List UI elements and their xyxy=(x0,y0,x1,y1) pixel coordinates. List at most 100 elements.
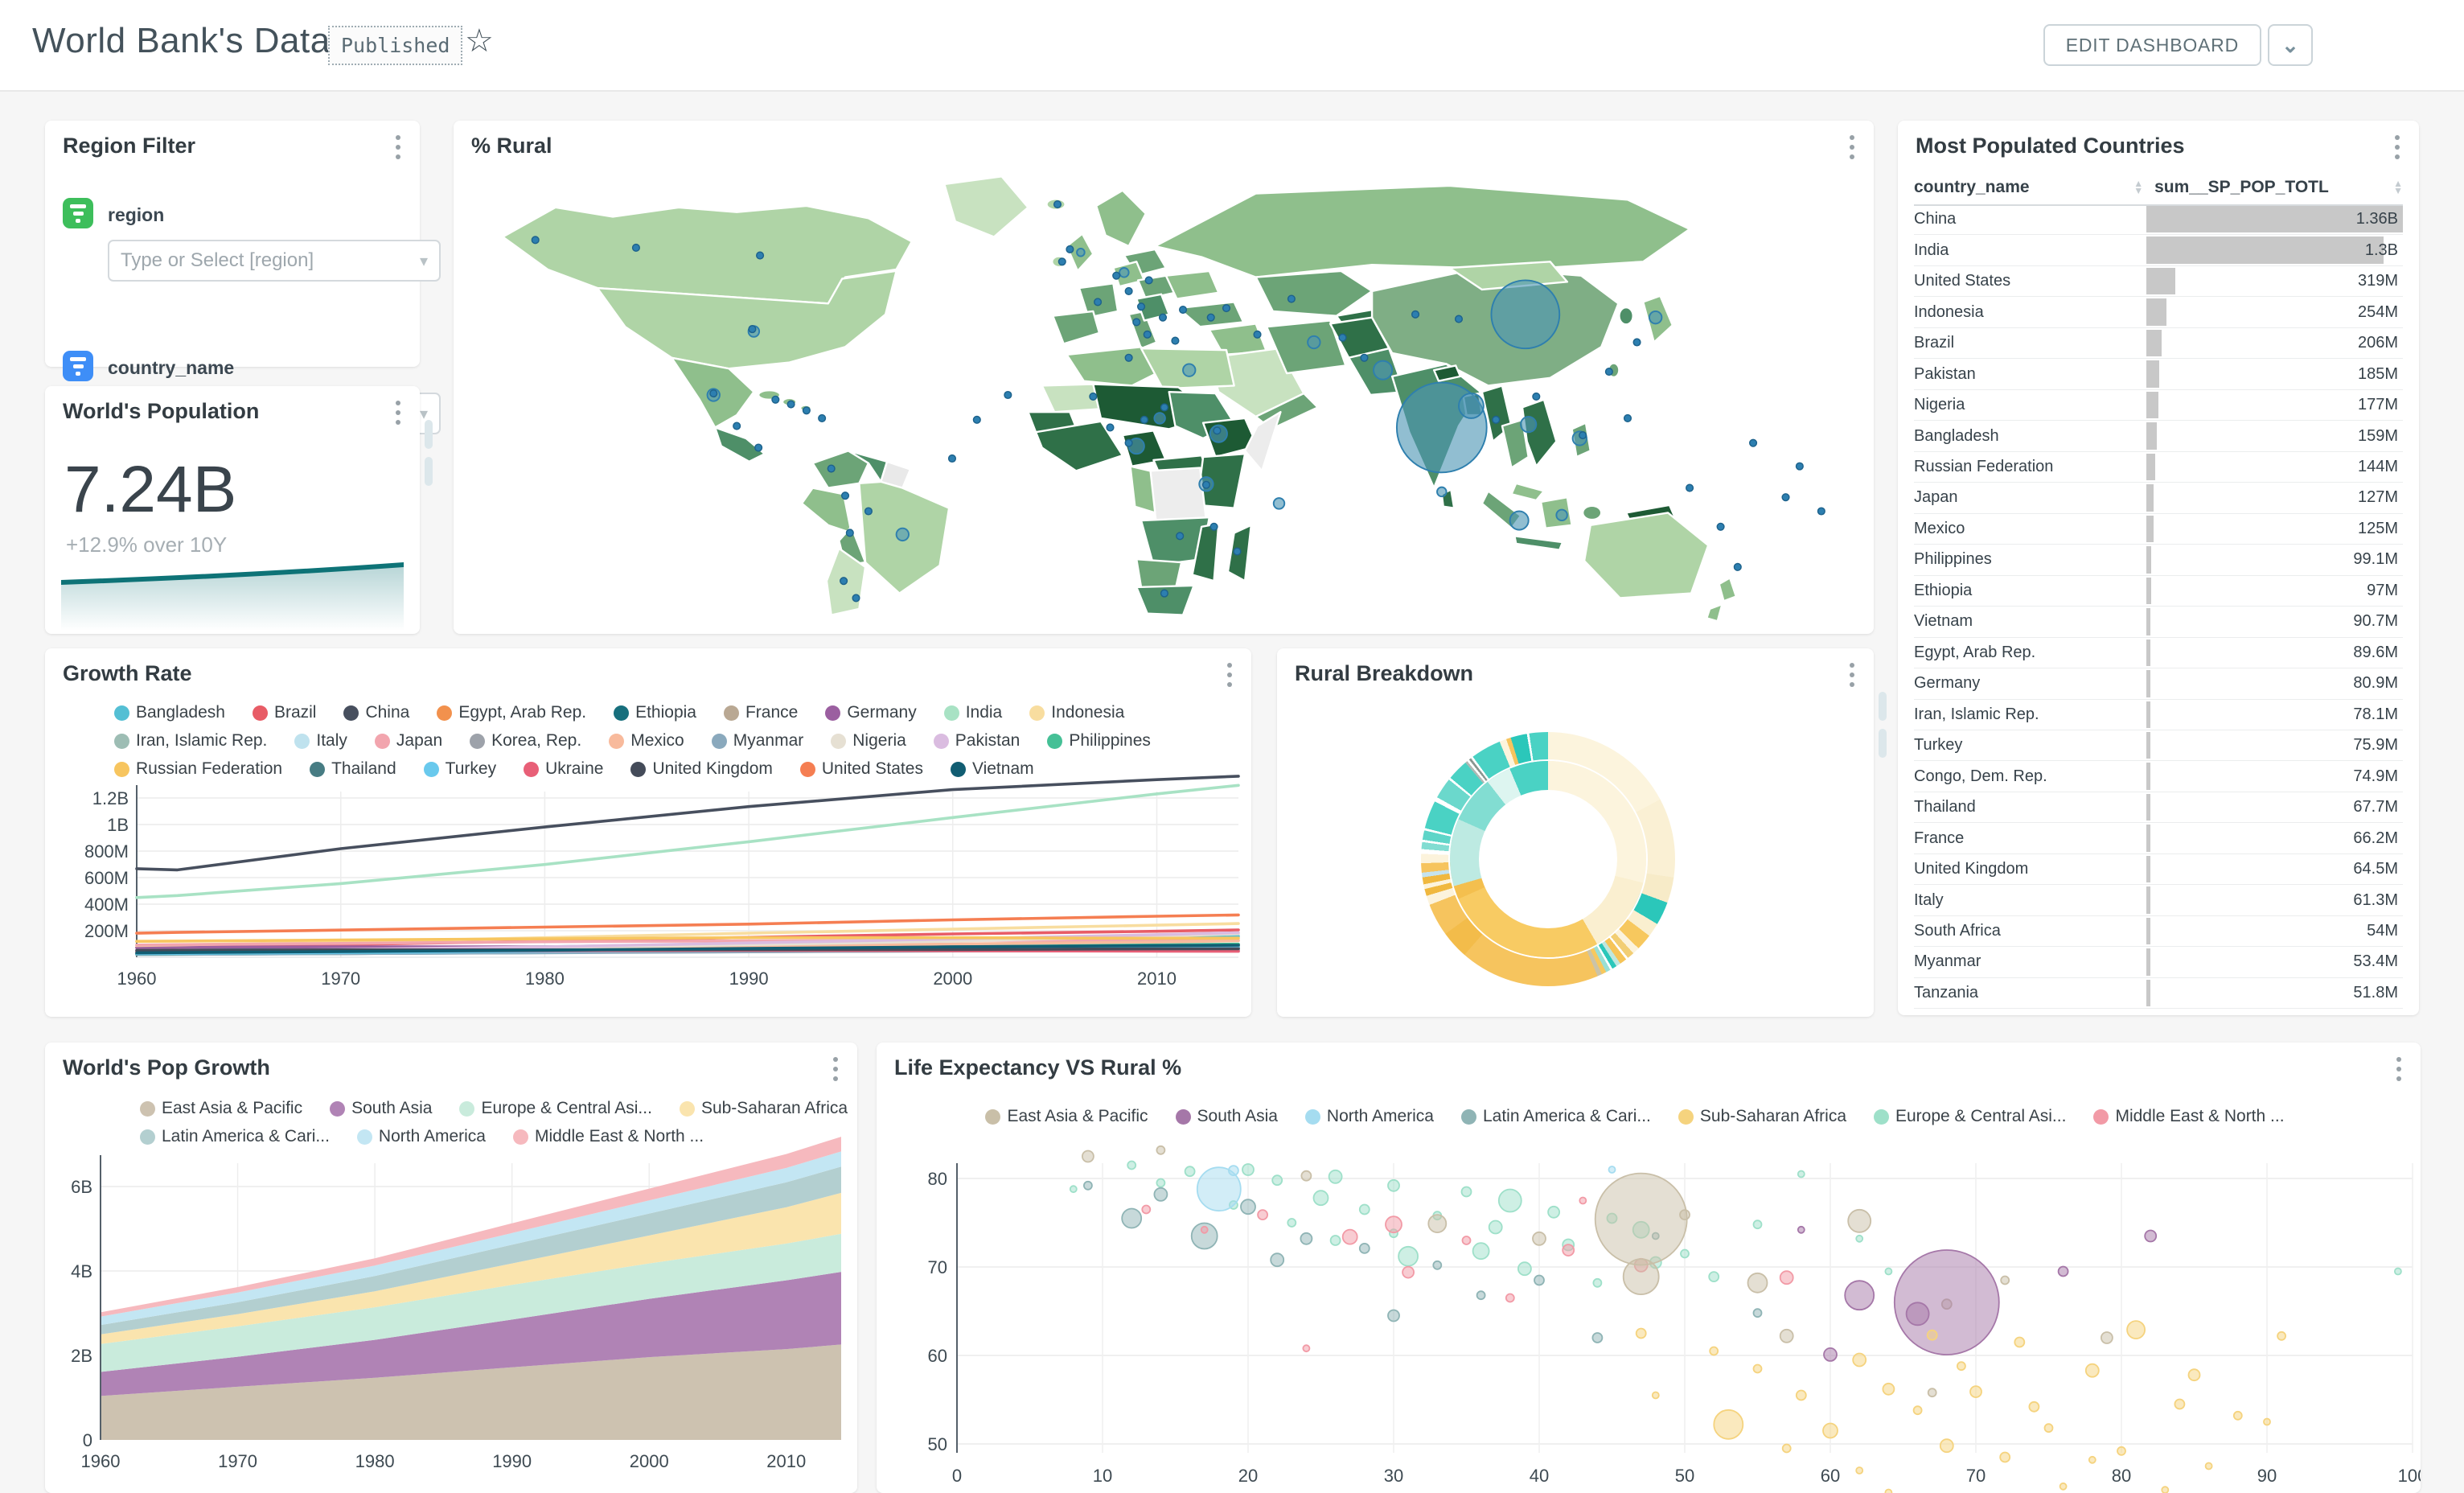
card-title: Rural Breakdown xyxy=(1295,661,1473,686)
scrollbar-handle[interactable] xyxy=(1879,692,1887,758)
life-expectancy-card: Life Expectancy VS Rural % East Asia & P… xyxy=(877,1043,2421,1493)
table-row: Egypt, Arab Rep.89.6M xyxy=(1914,638,2403,668)
population-big-number: 7.24B xyxy=(64,452,236,528)
svg-text:20: 20 xyxy=(1238,1466,1258,1486)
table-row: China1.36B xyxy=(1914,204,2403,235)
svg-text:2000: 2000 xyxy=(630,1451,669,1471)
table-row: Germany80.9M xyxy=(1914,668,2403,699)
published-badge[interactable]: Published xyxy=(328,26,462,65)
kebab-menu-icon[interactable] xyxy=(391,401,405,425)
table-row: Pakistan185M xyxy=(1914,359,2403,389)
svg-text:1.2B: 1.2B xyxy=(92,788,129,808)
dashboard-title: World Bank's Data xyxy=(32,21,331,61)
svg-text:60: 60 xyxy=(928,1346,947,1366)
card-title: World's Population xyxy=(63,399,259,424)
svg-text:1970: 1970 xyxy=(321,969,360,989)
kebab-menu-icon[interactable] xyxy=(1845,135,1859,159)
svg-text:70: 70 xyxy=(928,1257,947,1277)
card-title: % Rural xyxy=(471,134,552,158)
svg-text:0: 0 xyxy=(83,1430,92,1450)
svg-text:400M: 400M xyxy=(84,895,129,915)
table-row: Bangladesh159M xyxy=(1914,421,2403,451)
table-row: Tanzania51.8M xyxy=(1914,978,2403,1009)
table-row: Thailand67.7M xyxy=(1914,792,2403,823)
svg-text:70: 70 xyxy=(1966,1466,1986,1486)
card-title: Most Populated Countries xyxy=(1916,134,2185,158)
svg-text:2010: 2010 xyxy=(1137,969,1177,989)
svg-text:6B: 6B xyxy=(71,1177,92,1197)
scatter-bubble-chart: 506070800102030405060708090100 xyxy=(877,1043,2421,1493)
table-header: country_name▲▼ sum__SP_POP_TOTL▲▼ xyxy=(1914,171,2403,206)
svg-text:50: 50 xyxy=(928,1434,947,1454)
table-row: Congo, Dem. Rep.74.9M xyxy=(1914,761,2403,792)
table-row: Vietnam90.7M xyxy=(1914,607,2403,637)
table-row: Iran, Islamic Rep.78.1M xyxy=(1914,700,2403,730)
kebab-menu-icon[interactable] xyxy=(2390,135,2404,159)
svg-text:2B: 2B xyxy=(71,1346,92,1366)
kebab-menu-icon[interactable] xyxy=(1845,663,1859,687)
sort-icon: ▲▼ xyxy=(2393,180,2403,195)
table-row: Ethiopia97M xyxy=(1914,576,2403,607)
filter-icon xyxy=(63,198,93,228)
table-row: Russian Federation144M xyxy=(1914,452,2403,483)
svg-text:30: 30 xyxy=(1384,1466,1403,1486)
table-row: Indonesia254M xyxy=(1914,297,2403,327)
region-select[interactable]: Type or Select [region]▾ xyxy=(108,240,441,282)
card-title: Region Filter xyxy=(63,134,195,158)
table-row: Nigeria177M xyxy=(1914,390,2403,421)
pop-growth-area-chart: 0 2B 4B 6B 1960 1970 1980 1990 2000 2010 xyxy=(45,1043,857,1493)
svg-text:800M: 800M xyxy=(84,841,129,862)
svg-text:1990: 1990 xyxy=(492,1451,532,1471)
svg-text:60: 60 xyxy=(1821,1466,1840,1486)
table-row: Myanmar53.4M xyxy=(1914,947,2403,977)
svg-text:1960: 1960 xyxy=(81,1451,121,1471)
svg-text:2000: 2000 xyxy=(933,969,972,989)
growth-line-chart: 200M 400M 600M 800M 1B 1.2B 1960 1970 1980 1990 20… xyxy=(45,648,1251,1017)
table-body: China1.36BIndia1.3BUnited States319MIndo… xyxy=(1914,204,2403,1009)
table-row: United Kingdom64.5M xyxy=(1914,854,2403,885)
world-population-card: World's Population 7.24B +12.9% over 10Y xyxy=(45,386,420,634)
svg-text:90: 90 xyxy=(2257,1466,2277,1486)
svg-text:1980: 1980 xyxy=(525,969,565,989)
table-row: Japan127M xyxy=(1914,483,2403,513)
svg-text:1960: 1960 xyxy=(117,969,157,989)
svg-text:1980: 1980 xyxy=(355,1451,395,1471)
table-row: United States319M xyxy=(1914,266,2403,297)
pop-growth-card: World's Pop Growth East Asia & PacificSo… xyxy=(45,1043,857,1493)
rural-map-card: % Rural xyxy=(454,121,1874,634)
population-sparkline xyxy=(61,550,404,631)
svg-text:1970: 1970 xyxy=(218,1451,257,1471)
column-header-population[interactable]: sum__SP_POP_TOTL▲▼ xyxy=(2154,178,2403,197)
svg-text:80: 80 xyxy=(2112,1466,2131,1486)
most-populated-countries-card: Most Populated Countries country_name▲▼ … xyxy=(1898,121,2419,1015)
svg-text:80: 80 xyxy=(928,1169,947,1189)
svg-text:2010: 2010 xyxy=(766,1451,806,1471)
table-row: Italy61.3M xyxy=(1914,885,2403,915)
svg-text:10: 10 xyxy=(1093,1466,1112,1486)
filter-icon xyxy=(63,351,93,381)
svg-text:200M: 200M xyxy=(84,921,129,941)
svg-text:1990: 1990 xyxy=(729,969,769,989)
svg-text:600M: 600M xyxy=(84,868,129,888)
table-row: India1.3B xyxy=(1914,235,2403,265)
column-header-country[interactable]: country_name▲▼ xyxy=(1914,178,2154,197)
dashboard-actions-caret[interactable]: ⌄ xyxy=(2268,24,2313,66)
sunburst-hole xyxy=(1479,790,1617,928)
world-map[interactable] xyxy=(460,162,1866,627)
scrollbar-handle[interactable] xyxy=(425,420,433,486)
chevron-down-icon: ⌄ xyxy=(2281,33,2299,58)
top-bar: World Bank's Data Published ☆ EDIT DASHB… xyxy=(0,0,2464,92)
svg-text:40: 40 xyxy=(1530,1466,1549,1486)
kebab-menu-icon[interactable] xyxy=(391,135,405,159)
table-row: France66.2M xyxy=(1914,823,2403,853)
growth-rate-card: Growth Rate BangladeshBrazilChinaEgypt, … xyxy=(45,648,1251,1017)
edit-dashboard-button[interactable]: EDIT DASHBOARD xyxy=(2043,24,2261,66)
chevron-down-icon: ▾ xyxy=(420,251,428,271)
svg-text:1B: 1B xyxy=(107,815,129,835)
svg-text:50: 50 xyxy=(1675,1466,1694,1486)
svg-text:4B: 4B xyxy=(71,1261,92,1281)
table-row: Brazil206M xyxy=(1914,328,2403,359)
table-row: Turkey75.9M xyxy=(1914,730,2403,761)
region-filter-card: Region Filter region Type or Select [reg… xyxy=(45,121,420,367)
favorite-star-icon[interactable]: ☆ xyxy=(465,23,494,60)
